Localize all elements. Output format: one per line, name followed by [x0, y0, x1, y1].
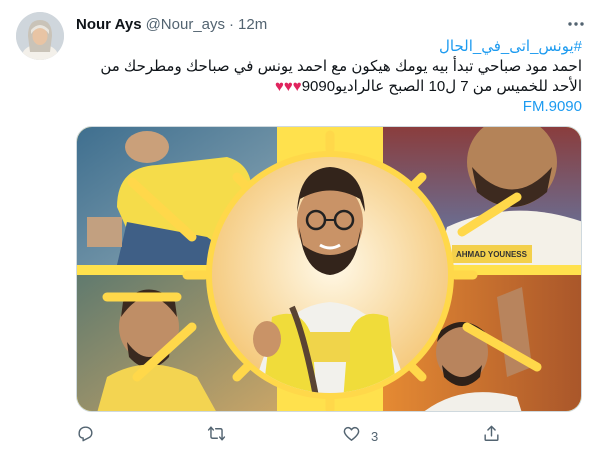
share-button[interactable]: [482, 424, 501, 448]
tweet-media-image[interactable]: AHMAD YOUNESS: [76, 126, 582, 412]
separator-dot: ·: [229, 15, 235, 33]
reply-icon: [76, 424, 95, 448]
tweet-body: #يونس_اتى_في_الحال احمد مود صباحي تبدأ ب…: [76, 37, 582, 117]
hashtag-link[interactable]: #يونس_اتى_في_الحال: [439, 38, 582, 55]
like-count: 3: [371, 428, 379, 444]
avatar[interactable]: [16, 12, 64, 60]
tweet-header: Nour Ays @Nour_ays · 12m: [76, 14, 267, 34]
retweet-button[interactable]: [207, 424, 226, 448]
url-link[interactable]: 9090.FM: [523, 98, 582, 115]
retweet-icon: [207, 424, 226, 448]
shirt-badge-text: AHMAD YOUNESS: [456, 250, 528, 259]
timestamp[interactable]: 12m: [238, 16, 267, 33]
share-icon: [482, 424, 501, 448]
tweet-actions: 3: [76, 424, 516, 446]
like-icon: [342, 424, 361, 448]
hearts-emoji: ♥♥♥: [274, 78, 302, 95]
user-handle[interactable]: @Nour_ays: [146, 16, 225, 33]
like-button[interactable]: 3: [342, 424, 378, 448]
display-name[interactable]: Nour Ays: [76, 16, 142, 33]
tweet-text: احمد مود صباحي تبدأ بيه يومك هيكون مع اح…: [100, 58, 582, 95]
tweet[interactable]: Nour Ays @Nour_ays · 12m #يونس_اتى_في_ال…: [0, 0, 602, 463]
reply-button[interactable]: [76, 424, 95, 448]
more-icon[interactable]: [566, 14, 586, 34]
